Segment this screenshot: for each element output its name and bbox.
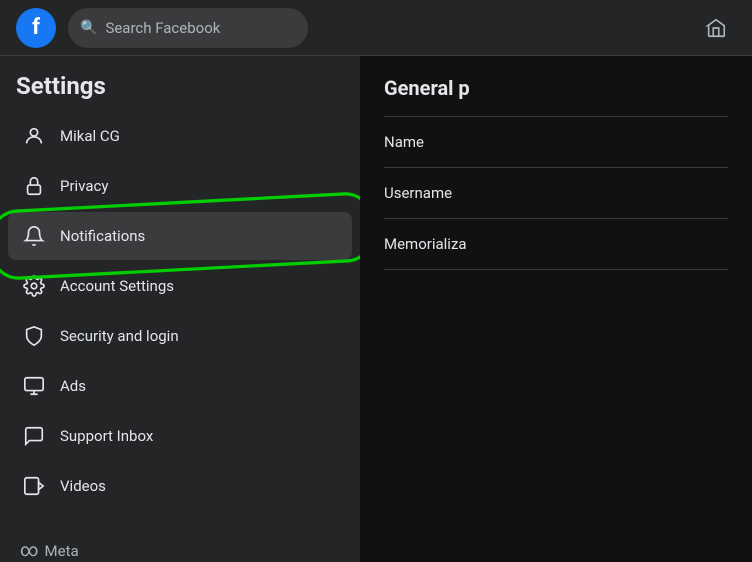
content-title: General p <box>384 76 728 100</box>
main-layout: Settings Mikal CG Privacy <box>0 56 752 562</box>
notifications-icon <box>20 222 48 250</box>
sidebar-item-account-settings[interactable]: Account Settings <box>8 262 352 310</box>
sidebar-item-ads-label: Ads <box>60 377 86 395</box>
sidebar-item-security-label: Security and login <box>60 327 179 345</box>
sidebar-item-privacy[interactable]: Privacy <box>8 162 352 210</box>
sidebar-item-notifications-label: Notifications <box>60 227 145 245</box>
sidebar-item-security[interactable]: Security and login <box>8 312 352 360</box>
content-inner: General p Name Username Memorializa <box>360 56 752 290</box>
sidebar-item-user[interactable]: Mikal CG <box>8 112 352 160</box>
content-row-memorialize: Memorializa <box>384 219 728 270</box>
top-navigation: f 🔍 Search Facebook <box>0 0 752 56</box>
sidebar-item-ads[interactable]: Ads <box>8 362 352 410</box>
sidebar: Settings Mikal CG Privacy <box>0 56 360 562</box>
home-button[interactable] <box>696 8 736 48</box>
sidebar-item-videos-label: Videos <box>60 477 106 495</box>
search-bar[interactable]: 🔍 Search Facebook <box>68 8 308 48</box>
videos-icon <box>20 472 48 500</box>
facebook-logo[interactable]: f <box>16 8 56 48</box>
sidebar-item-account-settings-label: Account Settings <box>60 277 174 295</box>
content-row-name: Name <box>384 117 728 168</box>
security-icon <box>20 322 48 350</box>
account-settings-icon <box>20 272 48 300</box>
sidebar-item-support-inbox-label: Support Inbox <box>60 427 153 445</box>
privacy-icon <box>20 172 48 200</box>
sidebar-item-user-label: Mikal CG <box>60 127 120 145</box>
meta-logo-row: ∞ Meta <box>8 536 352 562</box>
support-inbox-icon <box>20 422 48 450</box>
search-placeholder-text: Search Facebook <box>105 19 220 37</box>
content-area: General p Name Username Memorializa <box>360 56 752 562</box>
sidebar-item-support-inbox[interactable]: Support Inbox <box>8 412 352 460</box>
sidebar-bottom: ∞ Meta Accounts Center <box>8 528 352 562</box>
sidebar-item-notifications[interactable]: Notifications <box>8 212 352 260</box>
ads-icon <box>20 372 48 400</box>
meta-text: Meta <box>45 542 79 560</box>
home-icon <box>705 17 727 39</box>
sidebar-title: Settings <box>8 72 352 112</box>
content-row-username: Username <box>384 168 728 219</box>
search-icon: 🔍 <box>80 20 97 36</box>
meta-logo-icon: ∞ <box>20 540 39 561</box>
sidebar-item-privacy-label: Privacy <box>60 177 108 195</box>
sidebar-item-videos[interactable]: Videos <box>8 462 352 510</box>
user-icon <box>20 122 48 150</box>
